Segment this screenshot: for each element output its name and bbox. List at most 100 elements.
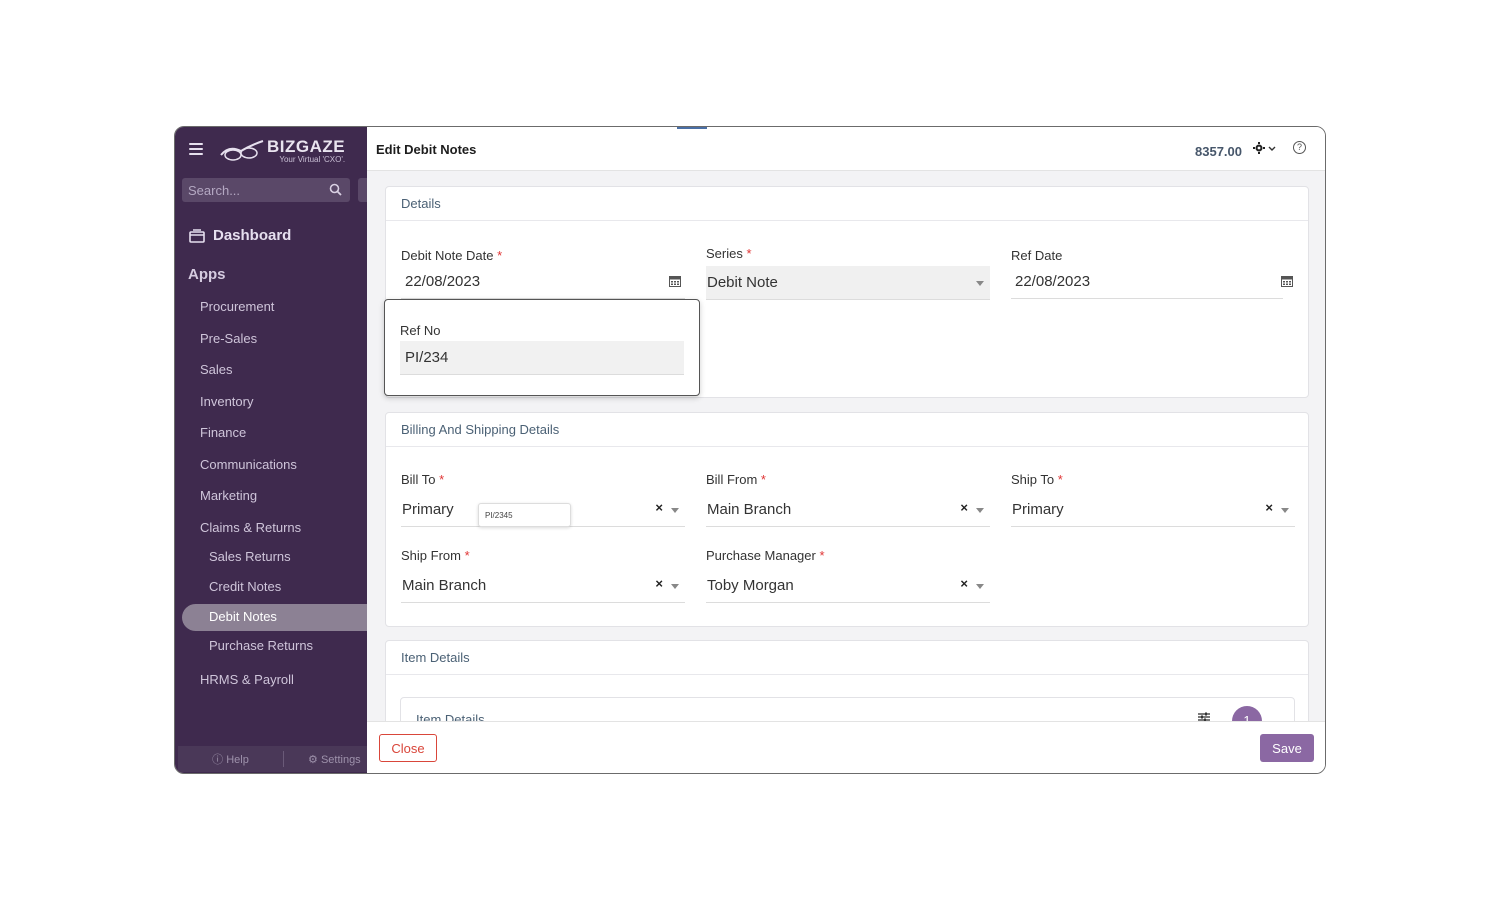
sidebar-item-procurement[interactable]: Procurement — [200, 299, 274, 314]
ship-to-value: Primary — [1012, 501, 1064, 518]
dropdown-caret-icon — [976, 281, 984, 286]
debit-note-date-value: 22/08/2023 — [405, 273, 481, 290]
debit-note-date-field[interactable]: 22/08/2023 — [401, 265, 685, 299]
bill-from-select[interactable]: Main Branch × — [706, 493, 990, 527]
sidebar-item-credit-notes[interactable]: Credit Notes — [209, 579, 281, 594]
clear-icon[interactable]: × — [960, 500, 968, 515]
hamburger-menu-icon[interactable] — [189, 143, 203, 157]
bill-to-value: Primary — [402, 501, 454, 518]
brand-name: BIZGAZE — [267, 137, 346, 156]
required-marker: * — [1057, 472, 1063, 487]
clear-icon[interactable]: × — [960, 576, 968, 591]
ref-date-label: Ref Date — [1011, 248, 1063, 263]
ship-to-label-text: Ship To — [1011, 472, 1055, 487]
nav-dashboard-label: Dashboard — [213, 227, 292, 244]
purchase-manager-label-text: Purchase Manager — [706, 548, 816, 563]
sidebar-search — [182, 178, 350, 202]
required-marker: * — [746, 246, 752, 261]
bill-from-label: Bill From * — [706, 472, 766, 487]
bill-to-tooltip: PI/2345 — [478, 503, 571, 527]
settings-link[interactable]: ⚙ Settings — [284, 753, 361, 766]
sidebar-item-pre-sales[interactable]: Pre-Sales — [200, 331, 257, 346]
header: Edit Debit Notes 8357.00 ? — [367, 127, 1325, 171]
ref-no-input[interactable]: PI/234 — [400, 341, 684, 375]
sidebar-item-sales-returns[interactable]: Sales Returns — [209, 549, 291, 564]
sidebar-footer: ⓘ Help ⚙ Settings — [178, 746, 367, 772]
ref-no-label: Ref No — [400, 323, 441, 338]
nav-apps-heading: Apps — [188, 266, 226, 283]
ship-from-label-text: Ship From — [401, 548, 461, 563]
details-heading: Details — [386, 187, 1308, 221]
clear-icon[interactable]: × — [655, 576, 663, 591]
dropdown-caret-icon — [976, 508, 984, 513]
ship-to-label: Ship To * — [1011, 472, 1063, 487]
dropdown-caret-icon — [1281, 508, 1289, 513]
purchase-manager-value: Toby Morgan — [707, 577, 794, 594]
nav-dashboard[interactable]: Dashboard — [189, 227, 291, 244]
settings-label: Settings — [320, 753, 361, 766]
save-button[interactable]: Save — [1260, 734, 1314, 762]
required-marker: * — [497, 248, 503, 263]
ref-date-field[interactable]: 22/08/2023 — [1011, 265, 1293, 299]
bill-from-value: Main Branch — [707, 501, 792, 518]
series-label: Series * — [706, 246, 752, 261]
form-footer: Close Save — [367, 721, 1325, 773]
search-icon[interactable] — [329, 183, 342, 196]
purchase-manager-select[interactable]: Toby Morgan × — [706, 569, 990, 603]
logo: BIZGAZE Your Virtual 'CXO'. — [219, 137, 345, 165]
calendar-icon[interactable] — [669, 275, 681, 287]
required-marker: * — [439, 472, 445, 487]
sidebar-item-sales[interactable]: Sales — [200, 362, 233, 377]
gear-icon[interactable] — [1253, 142, 1265, 154]
sidebar-item-marketing[interactable]: Marketing — [200, 488, 257, 503]
logo-mark-icon — [220, 140, 264, 161]
total-amount: 8357.00 — [1195, 144, 1242, 159]
calendar-icon[interactable] — [1281, 275, 1293, 287]
item-details-heading: Item Details — [386, 641, 1308, 675]
help-circle-icon[interactable]: ? — [1293, 141, 1306, 154]
help-link[interactable]: ⓘ Help — [178, 751, 284, 767]
bill-to-label: Bill To * — [401, 472, 444, 487]
ref-date-value: 22/08/2023 — [1015, 273, 1091, 290]
ref-no-popup: Ref No PI/234 — [384, 299, 700, 396]
sidebar-item-debit-notes-label: Debit Notes — [209, 609, 277, 624]
page-title: Edit Debit Notes — [376, 142, 477, 157]
required-marker: * — [760, 472, 766, 487]
required-marker: * — [464, 548, 470, 563]
help-icon: ⓘ — [212, 754, 224, 766]
sidebar-item-claims-returns[interactable]: Claims & Returns — [200, 520, 301, 535]
ship-from-value: Main Branch — [402, 577, 487, 594]
billing-heading: Billing And Shipping Details — [386, 413, 1308, 447]
dropdown-caret-icon — [671, 584, 679, 589]
purchase-manager-label: Purchase Manager * — [706, 548, 825, 563]
settings-gear-icon: ⚙ — [308, 753, 318, 766]
ship-to-select[interactable]: Primary × — [1011, 493, 1295, 527]
series-label-text: Series — [706, 246, 743, 261]
debit-note-date-label-text: Debit Note Date — [401, 248, 494, 263]
sidebar-item-hrms-payroll[interactable]: HRMS & Payroll — [200, 672, 294, 687]
search-input[interactable] — [188, 182, 318, 198]
chevron-down-icon[interactable] — [1268, 146, 1276, 152]
dropdown-caret-icon — [976, 584, 984, 589]
sidebar: BIZGAZE Your Virtual 'CXO'. Dashboard Ap… — [175, 127, 372, 773]
billing-card: Billing And Shipping Details Bill To * P… — [385, 412, 1309, 627]
clear-icon[interactable]: × — [655, 500, 663, 515]
dashboard-icon — [189, 228, 205, 243]
sidebar-item-purchase-returns[interactable]: Purchase Returns — [209, 638, 313, 653]
bill-from-label-text: Bill From — [706, 472, 758, 487]
app-window: BIZGAZE Your Virtual 'CXO'. Dashboard Ap… — [174, 126, 1326, 774]
bill-to-label-text: Bill To — [401, 472, 436, 487]
series-select[interactable]: Debit Note — [706, 266, 990, 300]
close-button[interactable]: Close — [379, 734, 437, 762]
help-label: Help — [226, 754, 249, 766]
brand-tagline: Your Virtual 'CXO'. — [279, 155, 346, 164]
ship-from-select[interactable]: Main Branch × — [401, 569, 685, 603]
series-value: Debit Note — [707, 274, 778, 291]
required-marker: * — [819, 548, 825, 563]
sidebar-item-finance[interactable]: Finance — [200, 425, 246, 440]
sidebar-item-inventory[interactable]: Inventory — [200, 394, 253, 409]
ship-from-label: Ship From * — [401, 548, 470, 563]
dropdown-caret-icon — [671, 508, 679, 513]
sidebar-item-communications[interactable]: Communications — [200, 457, 297, 472]
clear-icon[interactable]: × — [1265, 500, 1273, 515]
